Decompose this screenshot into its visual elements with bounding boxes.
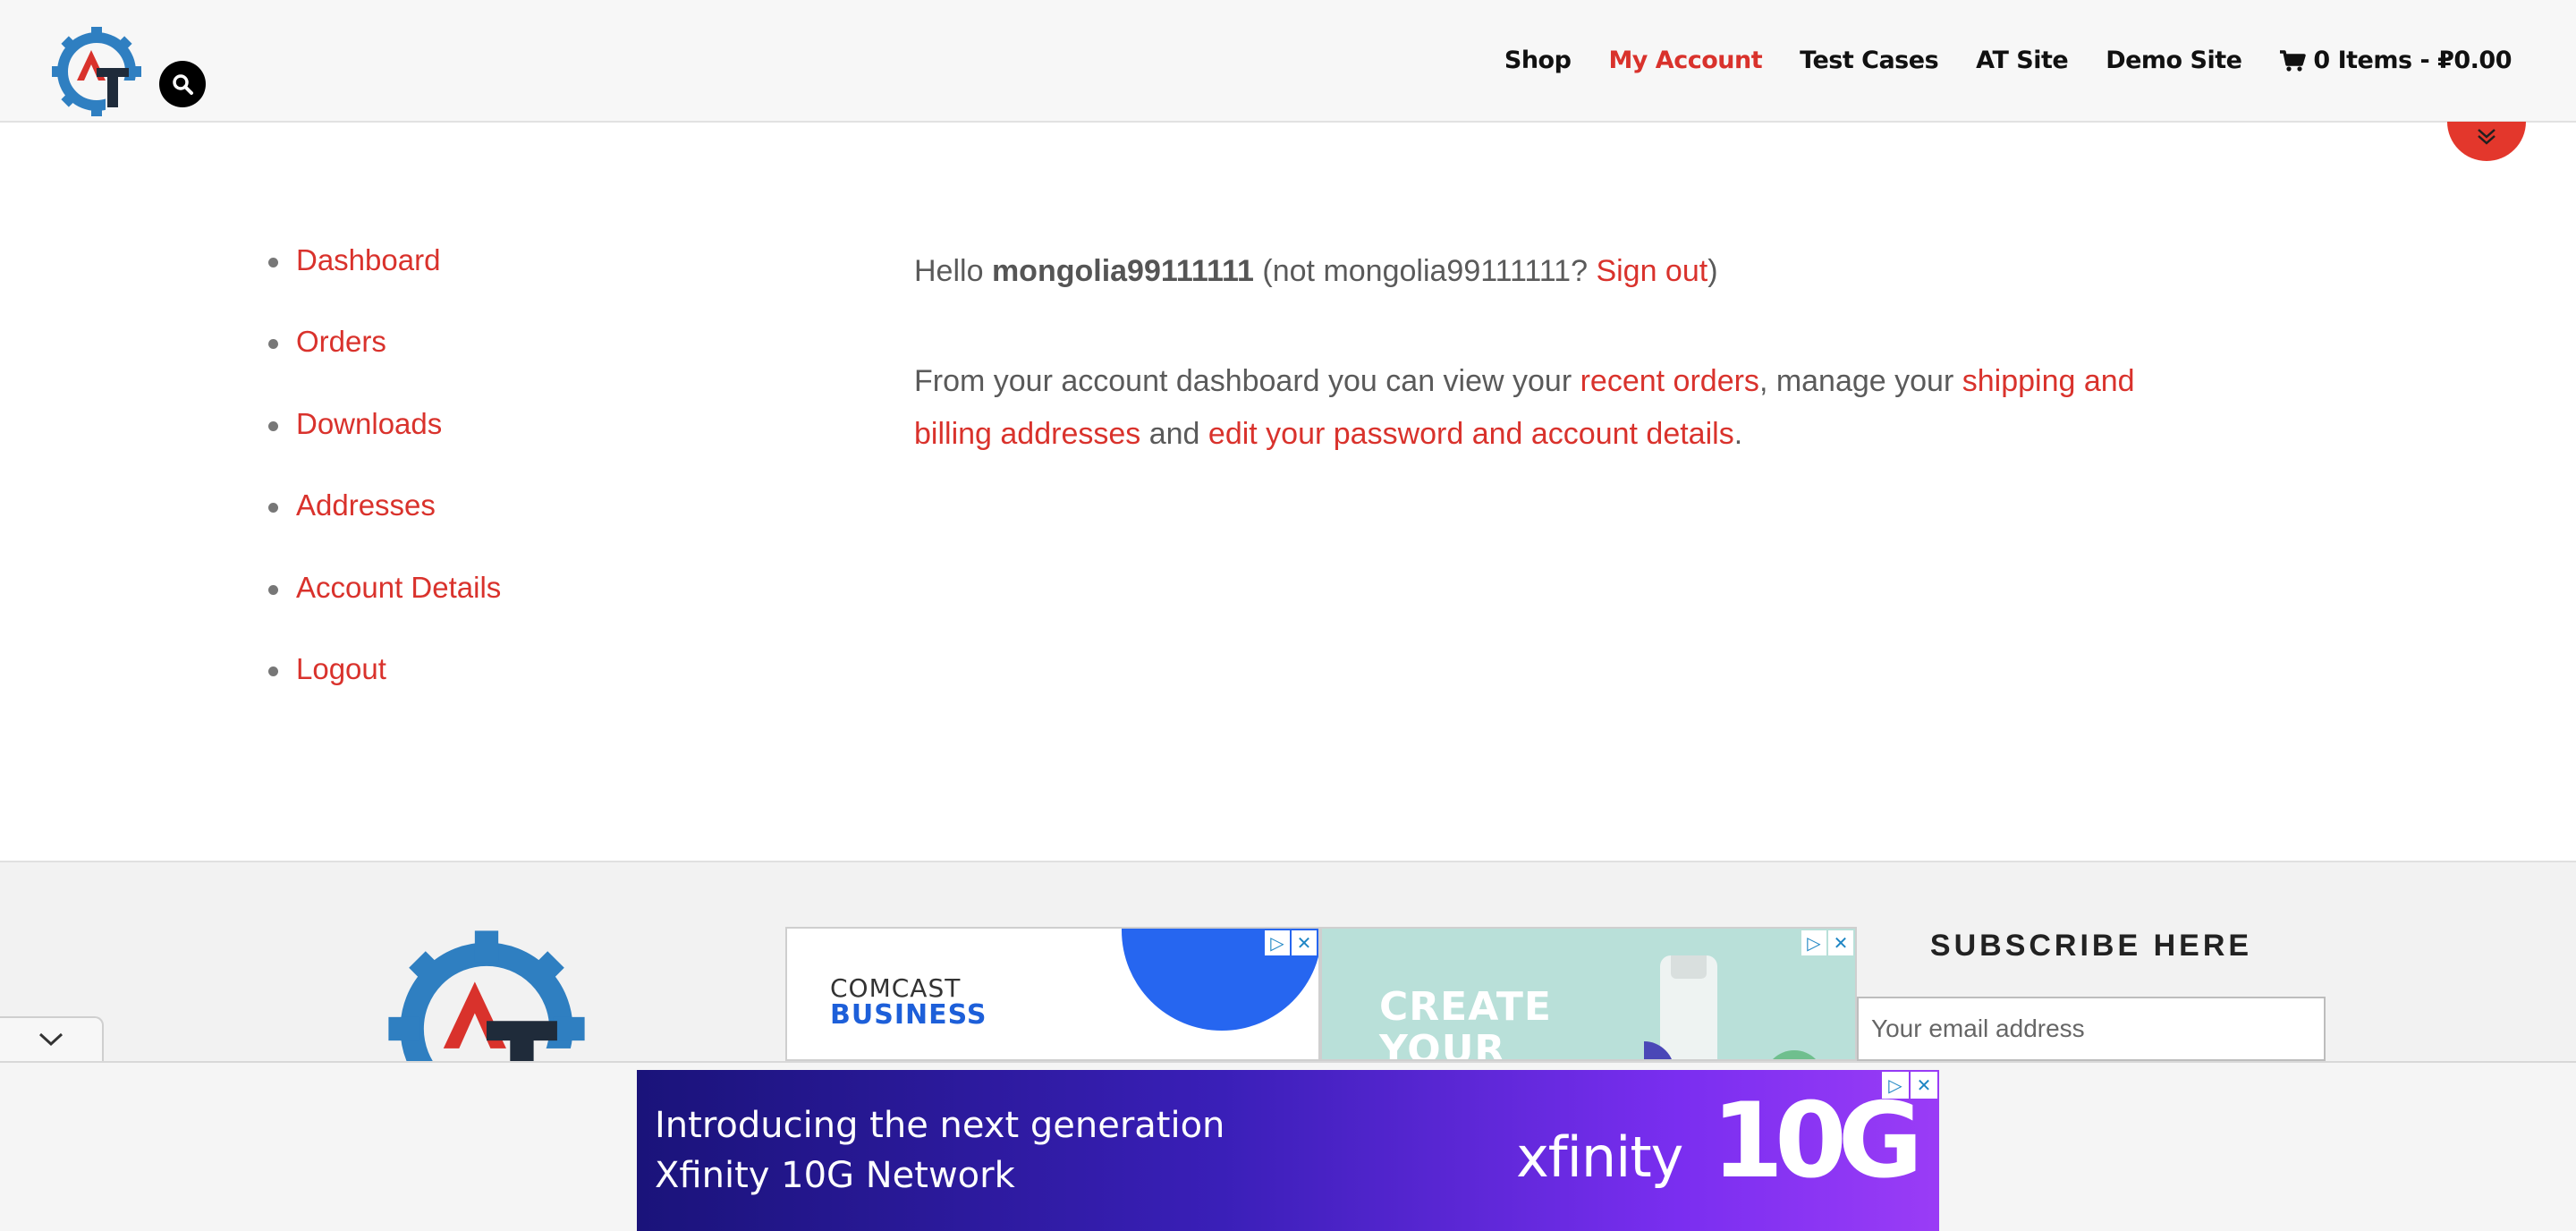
intro-text: From your account dashboard you can view… <box>914 364 1572 398</box>
username: mongolia99111111 <box>991 254 1254 288</box>
anchor-ad-line1: Introducing the next generation <box>655 1105 1225 1146</box>
recent-orders-link[interactable]: recent orders <box>1580 364 1759 398</box>
10g-logo: 10G <box>1711 1081 1923 1201</box>
footer-logo[interactable] <box>385 927 589 1061</box>
ad-choices: ▷ ✕ <box>1882 1072 1937 1099</box>
ad-create-line1: CREATE <box>1379 984 1552 1030</box>
chevron-down-icon <box>38 1032 64 1047</box>
ad-comcast-line2: BUSINESS <box>830 999 987 1031</box>
main-nav: Shop My Account Test Cases AT Site Demo … <box>1504 47 2512 74</box>
cart-icon <box>2280 49 2307 72</box>
and-text: and <box>1148 417 1200 451</box>
ad-collapse-tab[interactable] <box>0 1016 104 1061</box>
ad-choices: ▷ ✕ <box>1265 930 1317 955</box>
account-nav-orders[interactable]: Orders <box>296 325 386 359</box>
sign-out-link[interactable]: Sign out <box>1596 254 1707 288</box>
ad-info-icon[interactable]: ▷ <box>1265 930 1290 955</box>
account-nav-item: Orders <box>265 325 501 406</box>
manage-text: , manage your <box>1758 364 1954 398</box>
cart-summary: 0 Items - ₽0.00 <box>2313 47 2512 74</box>
header-toggle-button[interactable] <box>2447 122 2526 161</box>
nav-shop[interactable]: Shop <box>1504 47 1572 74</box>
nav-my-account[interactable]: My Account <box>1608 47 1762 74</box>
account-nav-item: Addresses <box>265 488 501 570</box>
account-nav-item: Downloads <box>265 407 501 488</box>
account-nav-item: Account Details <box>265 571 501 652</box>
account-nav-item: Logout <box>265 652 501 734</box>
dashboard-content: Hello mongolia99111111 (not mongolia9911… <box>914 245 2220 518</box>
ad-choices: ▷ ✕ <box>1801 930 1853 955</box>
ad-close-icon[interactable]: ✕ <box>1292 930 1317 955</box>
ad-close-icon[interactable]: ✕ <box>1828 930 1853 955</box>
nav-at-site[interactable]: AT Site <box>1976 47 2069 74</box>
footer-ad-comcast[interactable]: COMCAST BUSINESS ▷ ✕ <box>785 927 1320 1061</box>
ad-product-image <box>1644 955 1817 1059</box>
ad-comcast-text: COMCAST BUSINESS <box>830 973 987 1031</box>
anchor-ad-brand: xfinity 10G <box>1516 1081 1923 1201</box>
greeting: Hello mongolia99111111 (not mongolia9911… <box>914 245 2220 298</box>
account-nav-item: Dashboard <box>265 243 501 325</box>
ad-close-icon[interactable]: ✕ <box>1911 1072 1937 1099</box>
site-logo[interactable] <box>50 25 143 118</box>
ad-create-line2: YOUR <box>1379 1027 1506 1061</box>
double-chevron-down-icon <box>2478 129 2496 145</box>
search-button[interactable] <box>159 61 206 107</box>
account-navigation: Dashboard Orders Downloads Addresses Acc… <box>265 243 501 734</box>
nav-test-cases[interactable]: Test Cases <box>1800 47 1939 74</box>
account-nav-dashboard[interactable]: Dashboard <box>296 243 440 277</box>
ad-create-text: CREATE YOUR <box>1379 984 1552 1061</box>
nav-cart[interactable]: 0 Items - ₽0.00 <box>2279 47 2512 74</box>
account-nav-downloads[interactable]: Downloads <box>296 407 442 441</box>
footer-ad-create[interactable]: CREATE YOUR ▷ ✕ <box>1320 927 1857 1061</box>
subscribe-email-input[interactable] <box>1857 997 2326 1061</box>
greeting-hello: Hello <box>914 254 984 288</box>
anchor-ad-banner[interactable]: Introducing the next generation Xfinity … <box>637 1070 1939 1231</box>
ad-info-icon[interactable]: ▷ <box>1882 1072 1909 1099</box>
greeting-close: ) <box>1707 254 1718 288</box>
anchor-ad-copy: Introducing the next generation Xfinity … <box>655 1100 1224 1201</box>
account-nav-addresses[interactable]: Addresses <box>296 488 436 522</box>
site-header: Shop My Account Test Cases AT Site Demo … <box>0 0 2576 123</box>
subscribe-title: SUBSCRIBE HERE <box>1929 929 2253 963</box>
edit-account-link[interactable]: edit your password and account details <box>1208 417 1734 451</box>
greeting-not-user: (not mongolia99111111? <box>1262 254 1588 288</box>
ad-info-icon[interactable]: ▷ <box>1801 930 1826 955</box>
anchor-ad-line2: Xfinity 10G Network <box>655 1155 1015 1196</box>
dashboard-intro: From your account dashboard you can view… <box>914 355 2220 461</box>
search-icon <box>173 74 193 95</box>
nav-demo-site[interactable]: Demo Site <box>2106 47 2242 74</box>
period-text: . <box>1733 417 1743 451</box>
account-nav-logout[interactable]: Logout <box>296 652 386 686</box>
xfinity-logo: xfinity <box>1516 1125 1683 1190</box>
account-nav-account-details[interactable]: Account Details <box>296 571 501 605</box>
